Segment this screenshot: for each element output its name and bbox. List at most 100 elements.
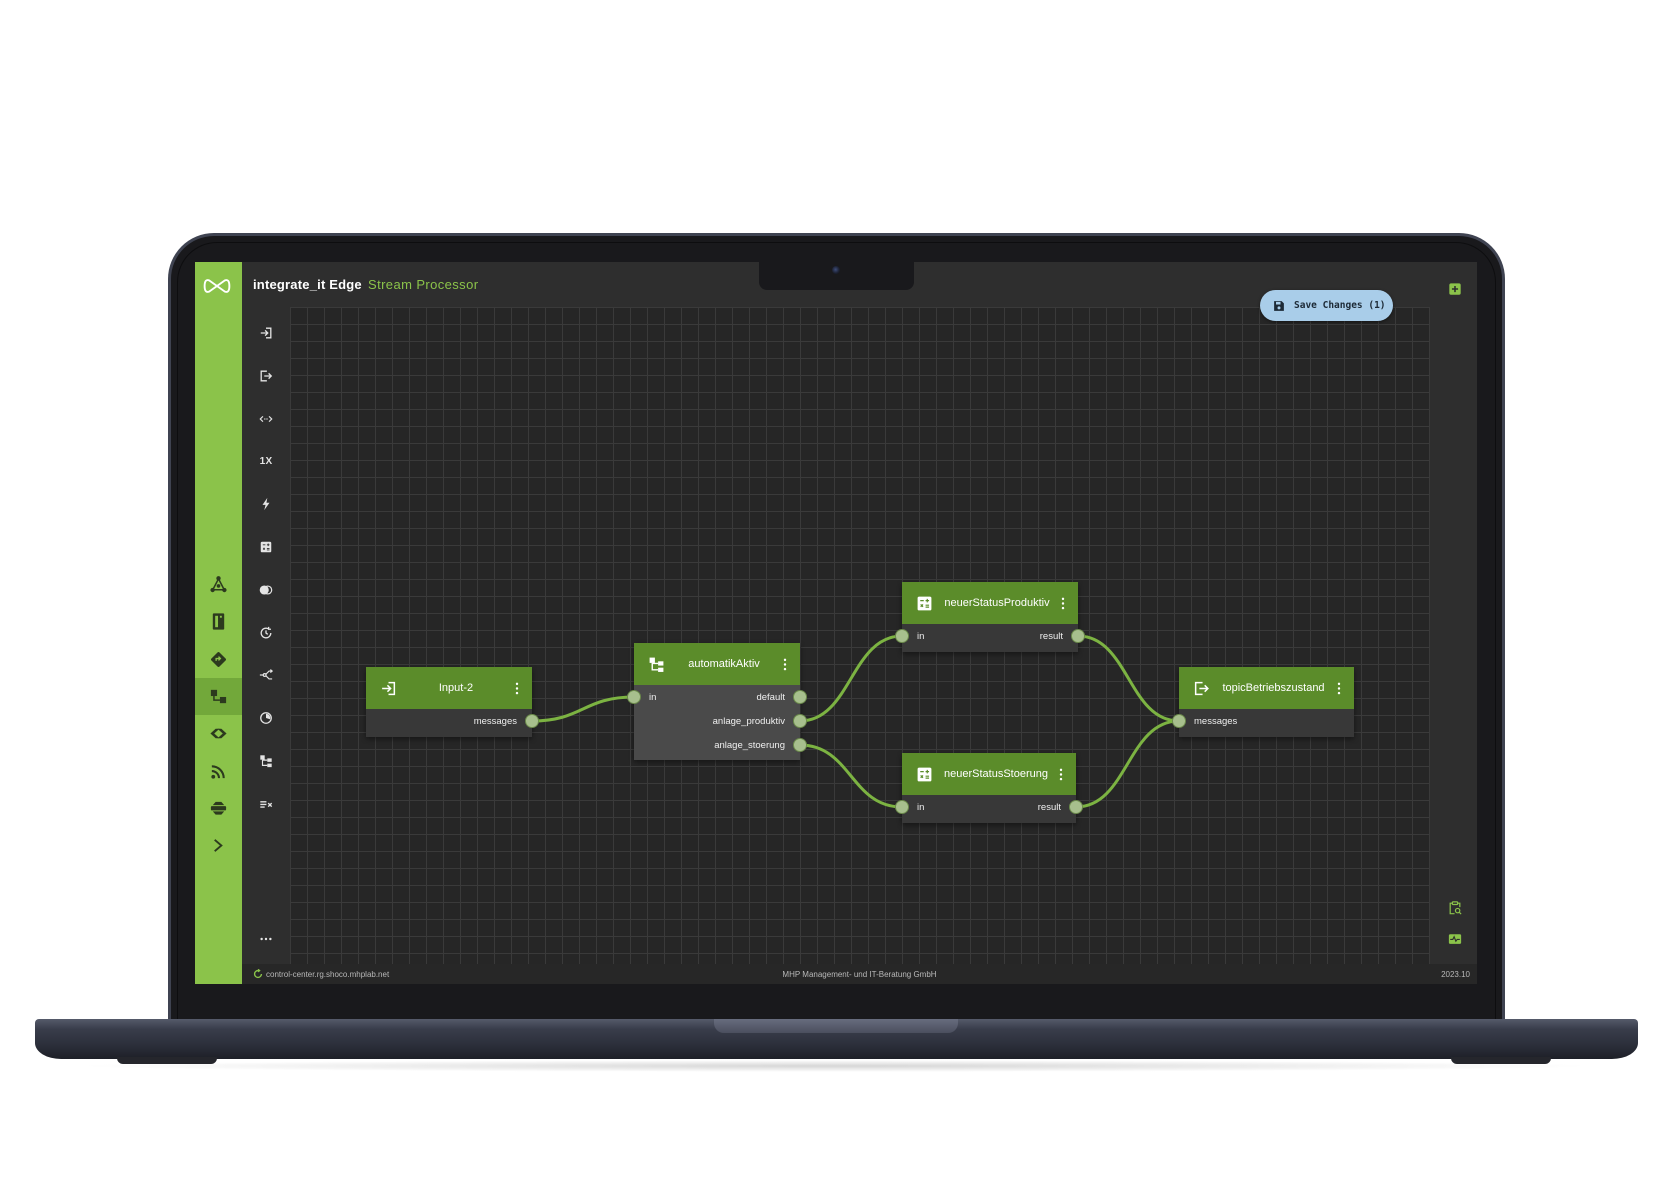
rss-icon [211, 764, 225, 779]
footer-version: 2023.10 [1441, 970, 1470, 979]
tree-icon [260, 755, 272, 768]
sidebar-item-database[interactable] [195, 790, 242, 827]
node-body: messages [1172, 709, 1354, 737]
output-port-default[interactable] [793, 690, 807, 704]
tool-input[interactable] [242, 312, 290, 355]
node-title: neuerStatusProduktiv [944, 597, 1050, 609]
edge-layer [531, 634, 1180, 809]
port-label: messages [473, 715, 517, 727]
right-panel [1430, 307, 1477, 964]
output-port-anlage-produktiv[interactable] [793, 714, 807, 728]
more-icon[interactable] [259, 932, 273, 946]
clipboard-search-icon[interactable] [1448, 901, 1462, 915]
node-neuer-status-stoerung[interactable]: neuerStatusStoerung in result [895, 753, 1083, 823]
sidebar-item-server[interactable] [195, 603, 242, 640]
laptop-shadow [70, 1060, 1600, 1072]
output-port-result[interactable] [1071, 629, 1085, 643]
tool-once[interactable]: 1X [242, 440, 290, 483]
app-title: integrate_it Edge [253, 277, 362, 292]
node-body: in result [895, 624, 1085, 652]
tool-output[interactable] [242, 354, 290, 397]
sidebar-item-directions[interactable] [195, 641, 242, 678]
node-body: in result [895, 795, 1083, 823]
node-topic-betriebszustand[interactable]: topicBetriebszustand messages [1172, 667, 1354, 737]
output-icon [260, 370, 273, 382]
tool-timer[interactable] [242, 611, 290, 654]
add-box-icon[interactable] [1448, 282, 1462, 296]
sidebar-nav [195, 566, 242, 864]
node-title: automatikAktiv [688, 658, 760, 670]
input-port-in[interactable] [895, 629, 909, 643]
input-port-in[interactable] [627, 690, 641, 704]
flow-canvas[interactable]: Input-2 messages automatikAktiv in defau… [290, 307, 1430, 964]
save-changes-button[interactable]: Save Changes (1) [1260, 290, 1393, 321]
node-menu-icon[interactable] [1337, 682, 1341, 695]
port-row: messages [366, 709, 539, 733]
edge-automatik-anlage-stoerung-to-stoerung-in[interactable] [799, 743, 903, 809]
port-row: messages [1172, 709, 1354, 733]
node-header[interactable]: neuerStatusProduktiv [902, 582, 1078, 624]
once-icon: 1X [259, 455, 273, 467]
laptop-foot-right [1451, 1057, 1551, 1064]
output-port-result[interactable] [1069, 800, 1083, 814]
calculator-icon [916, 766, 933, 783]
node-menu-icon[interactable] [1061, 597, 1065, 610]
tool-split[interactable] [242, 654, 290, 697]
node-title: topicBetriebszustand [1222, 682, 1325, 694]
input-icon [260, 327, 272, 339]
edge-automatik-anlage-produktiv-to-produktiv-in[interactable] [799, 634, 903, 723]
node-header[interactable]: automatikAktiv [634, 643, 800, 685]
node-header[interactable]: topicBetriebszustand [1179, 667, 1354, 709]
tool-merge[interactable] [242, 568, 290, 611]
node-menu-icon[interactable] [783, 658, 787, 671]
node-input-2[interactable]: Input-2 messages [366, 667, 539, 737]
input-port-messages[interactable] [1172, 714, 1186, 728]
port-label: anlage_stoerung [714, 739, 785, 751]
port-label: default [756, 691, 785, 703]
tool-gauge[interactable] [242, 697, 290, 740]
camera-icon [832, 266, 840, 274]
tool-tree[interactable] [242, 740, 290, 783]
trigger-icon [262, 498, 270, 511]
split-icon [259, 669, 273, 680]
node-title: neuerStatusStoerung [944, 768, 1048, 780]
node-menu-icon[interactable] [515, 682, 519, 695]
edge-stoerung-result-to-topic-messages[interactable] [1075, 719, 1180, 809]
node-body: messages [366, 709, 539, 737]
sidebar-item-terminal[interactable] [195, 827, 242, 864]
node-header[interactable]: neuerStatusStoerung [902, 753, 1076, 795]
node-toolbar: 1X [242, 307, 290, 964]
edge-input-2-messages-to-automatik-in[interactable] [531, 695, 635, 723]
node-menu-icon[interactable] [1059, 768, 1063, 781]
status-footer: control-center.rg.shoco.mhplab.net MHP M… [242, 964, 1477, 984]
sidebar-item-feeds[interactable] [195, 752, 242, 789]
timer-icon [260, 626, 272, 639]
node-body: in default anlage_produktiv anlage_stoer… [627, 685, 807, 760]
port-label: in [649, 691, 657, 703]
screen-notch [759, 262, 914, 290]
app-logo[interactable] [202, 277, 232, 295]
output-port-anlage-stoerung[interactable] [793, 738, 807, 752]
tool-calculator[interactable] [242, 526, 290, 569]
edge-produktiv-result-to-topic-messages[interactable] [1077, 634, 1180, 723]
sidebar-item-hub[interactable] [195, 566, 242, 603]
mapping-icon [259, 415, 273, 422]
sidebar-item-connector[interactable] [195, 715, 242, 752]
connector-icon [210, 729, 227, 739]
tool-trigger[interactable] [242, 483, 290, 526]
monitor-pulse-icon[interactable] [1448, 932, 1462, 946]
input-port-in[interactable] [895, 800, 909, 814]
node-automatik-aktiv[interactable]: automatikAktiv in default anlage_produkt… [627, 643, 807, 760]
port-row: anlage_produktiv [634, 709, 807, 733]
tool-mapping[interactable] [242, 397, 290, 440]
laptop-foot-left [117, 1057, 217, 1064]
port-row: in result [895, 795, 1083, 819]
node-neuer-status-produktiv[interactable]: neuerStatusProduktiv in result [895, 582, 1085, 652]
port-row: in result [895, 624, 1085, 648]
port-label: in [917, 801, 925, 813]
sidebar-item-stream-processor[interactable] [195, 677, 242, 716]
tool-filter[interactable] [242, 782, 290, 825]
filter-icon [260, 800, 273, 808]
node-header[interactable]: Input-2 [366, 667, 532, 709]
output-port-messages[interactable] [525, 714, 539, 728]
